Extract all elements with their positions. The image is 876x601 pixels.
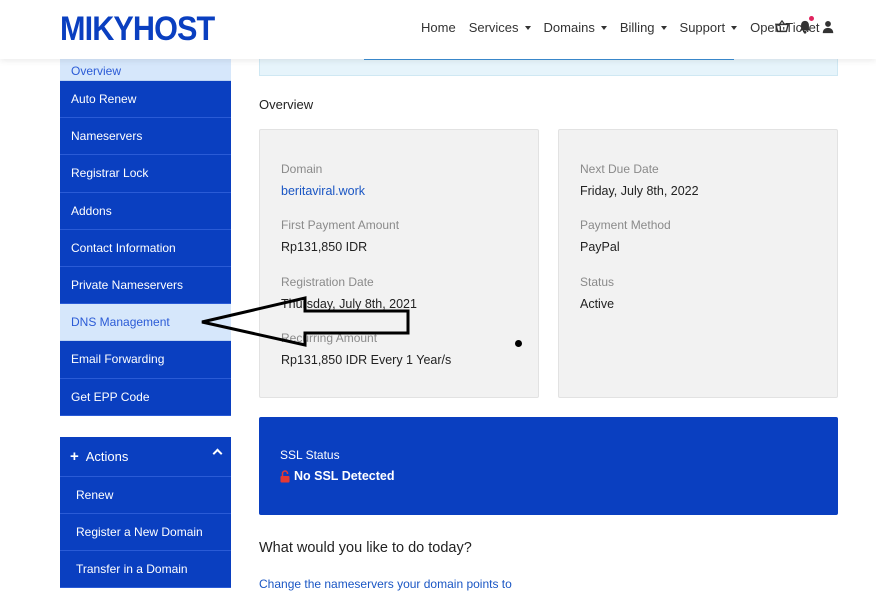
field-label: First Payment Amount: [281, 218, 400, 232]
sidebar-item-label: Nameservers: [71, 129, 143, 144]
field-label: Payment Method: [580, 218, 671, 232]
action-label: Register a New Domain: [76, 525, 203, 539]
domain-sidebar: Overview Auto Renew Nameservers Registra…: [60, 59, 231, 416]
header-icons: [775, 16, 844, 34]
sidebar-item-label: Get EPP Code: [71, 389, 150, 404]
field-label: Status: [580, 275, 615, 289]
field-label: Registration Date: [281, 275, 374, 289]
sidebar-item-label: Email Forwarding: [71, 352, 165, 367]
actions-panel: + Actions Renew Register a New Domain Tr…: [60, 437, 231, 588]
field-next-due-date: Next Due Date Friday, July 8th, 2022: [580, 162, 699, 198]
field-value: PayPal: [580, 240, 620, 254]
notification-dot: [809, 16, 814, 21]
nav-domains-label: Domains: [543, 20, 595, 35]
caret-down-icon: [600, 25, 607, 30]
plus-icon: +: [70, 448, 79, 465]
nav-domains[interactable]: Domains: [544, 20, 607, 35]
field-registration-date: Registration Date Thursday, July 8th, 20…: [281, 275, 417, 311]
caret-down-icon: [524, 25, 531, 30]
domain-menu: Overview Auto Renew Nameservers Registra…: [60, 59, 231, 416]
field-recurring-amount: Recurring Amount Rp131,850 IDR Every 1 Y…: [281, 331, 451, 367]
field-first-payment: First Payment Amount Rp131,850 IDR: [281, 218, 399, 254]
sidebar-item-get-epp-code[interactable]: Get EPP Code: [60, 379, 231, 416]
main-nav: Home Services Domains Billing Support Op…: [421, 20, 832, 35]
action-transfer-domain[interactable]: Transfer in a Domain: [60, 551, 231, 588]
billing-info-card: Next Due Date Friday, July 8th, 2022 Pay…: [558, 129, 838, 398]
nav-services[interactable]: Services: [469, 20, 531, 35]
top-header: MIKYHOST Home Services Domains Billing S…: [0, 0, 876, 59]
ssl-value: No SSL Detected: [280, 469, 395, 483]
sidebar-item-contact-information[interactable]: Contact Information: [60, 230, 231, 267]
sidebar-item-private-nameservers[interactable]: Private Nameservers: [60, 267, 231, 305]
sidebar-item-label: Contact Information: [71, 240, 176, 255]
lock-open-icon: [280, 469, 290, 482]
field-domain: Domain beritaviral.work: [281, 162, 365, 198]
sidebar-item-registrar-lock[interactable]: Registrar Lock: [60, 155, 231, 193]
domain-info-card: Domain beritaviral.work First Payment Am…: [259, 129, 539, 398]
field-value: Friday, July 8th, 2022: [580, 184, 699, 198]
field-status: Status Active: [580, 275, 614, 311]
action-renew[interactable]: Renew: [60, 477, 231, 514]
sidebar-item-addons[interactable]: Addons: [60, 193, 231, 230]
field-label: Recurring Amount: [281, 331, 378, 345]
sidebar-item-overview[interactable]: Overview: [60, 59, 231, 81]
nav-billing-label: Billing: [619, 20, 655, 35]
sidebar-item-label: Addons: [71, 203, 112, 218]
nav-home-label: Home: [421, 20, 456, 35]
bell-icon[interactable]: [798, 16, 814, 34]
actions-question: What would you like to do today?: [259, 540, 472, 556]
overview-heading: Overview: [259, 97, 314, 112]
sidebar-item-label: DNS Management: [71, 315, 170, 330]
sidebar-item-label: Auto Renew: [71, 92, 137, 107]
actions-header[interactable]: + Actions: [60, 437, 231, 477]
action-label: Renew: [76, 488, 114, 502]
domain-link[interactable]: beritaviral.work: [281, 184, 365, 198]
annotation-dot: [515, 340, 522, 347]
caret-down-icon: [660, 25, 667, 30]
field-value: Thursday, July 8th, 2021: [281, 297, 417, 311]
caret-down-icon: [731, 25, 738, 30]
sidebar-item-nameservers[interactable]: Nameservers: [60, 118, 231, 156]
sidebar-item-dns-management[interactable]: DNS Management: [60, 304, 231, 342]
sidebar-item-auto-renew[interactable]: Auto Renew: [60, 81, 231, 119]
action-label: Transfer in a Domain: [76, 562, 188, 576]
change-nameservers-link[interactable]: Change the nameservers your domain point…: [259, 577, 512, 591]
field-label: Next Due Date: [580, 162, 659, 176]
logo[interactable]: MIKYHOST: [60, 10, 215, 49]
user-icon[interactable]: [821, 20, 835, 34]
action-register-new-domain[interactable]: Register a New Domain: [60, 514, 231, 551]
field-value: Rp131,850 IDR: [281, 240, 368, 254]
nav-support-label: Support: [679, 20, 726, 35]
actions-title: Actions: [85, 449, 129, 464]
field-payment-method: Payment Method PayPal: [580, 218, 671, 254]
chevron-up-icon[interactable]: [212, 448, 223, 459]
ssl-label: SSL Status: [280, 448, 340, 462]
field-value: Rp131,850 IDR Every 1 Year/s: [281, 353, 452, 367]
ssl-status-panel: SSL Status No SSL Detected: [259, 417, 838, 515]
nav-support[interactable]: Support: [680, 20, 738, 35]
ssl-status-text: No SSL Detected: [294, 469, 395, 483]
nav-home[interactable]: Home: [421, 20, 456, 35]
sidebar-item-email-forwarding[interactable]: Email Forwarding: [60, 341, 231, 379]
alert-divider: [364, 59, 734, 60]
field-label: Domain: [281, 162, 323, 176]
status-value: Active: [580, 297, 615, 311]
sidebar-item-label: Registrar Lock: [71, 166, 149, 181]
sidebar-item-label: Private Nameservers: [71, 278, 184, 293]
cart-icon[interactable]: [775, 20, 789, 34]
nav-services-label: Services: [468, 20, 519, 35]
nav-billing[interactable]: Billing: [620, 20, 667, 35]
sidebar-item-label: Overview: [71, 64, 122, 78]
